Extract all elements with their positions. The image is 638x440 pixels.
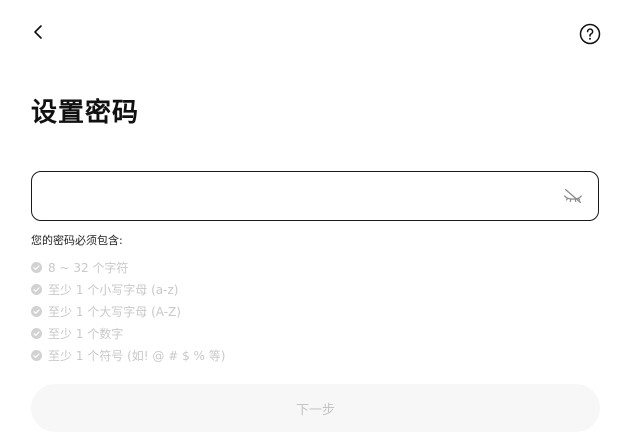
requirement-symbol: 至少 1 个符号 (如! @ # $ % 等) [31,344,225,366]
requirement-text: 至少 1 个小写字母 (a-z) [48,282,179,297]
requirements-list: 8 ~ 32 个字符 至少 1 个小写字母 (a-z) 至少 1 个大写字母 (… [31,256,225,366]
top-bar [0,0,638,64]
check-circle-icon [31,261,42,273]
requirement-uppercase: 至少 1 个大写字母 (A-Z) [31,300,225,322]
password-field[interactable] [31,171,599,222]
password-input[interactable] [46,172,550,222]
requirement-text: 至少 1 个符号 (如! @ # $ % 等) [48,348,226,363]
requirements-heading: 您的密码必须包含: [31,234,123,247]
chevron-left-icon[interactable] [26,20,50,44]
eye-slash-icon[interactable] [562,185,584,207]
question-circle-icon[interactable] [578,22,602,46]
requirement-length: 8 ~ 32 个字符 [31,256,225,278]
requirement-number: 至少 1 个数字 [31,322,225,344]
page-title: 设置密码 [31,98,140,128]
check-circle-icon [31,327,42,339]
requirement-text: 8 ~ 32 个字符 [48,260,129,275]
check-circle-icon [31,349,42,361]
requirement-lowercase: 至少 1 个小写字母 (a-z) [31,278,225,300]
check-circle-icon [31,305,42,317]
requirement-text: 至少 1 个数字 [48,326,124,341]
next-step-button[interactable]: 下一步 [31,384,600,432]
requirement-text: 至少 1 个大写字母 (A-Z) [48,304,181,319]
check-circle-icon [31,283,42,295]
